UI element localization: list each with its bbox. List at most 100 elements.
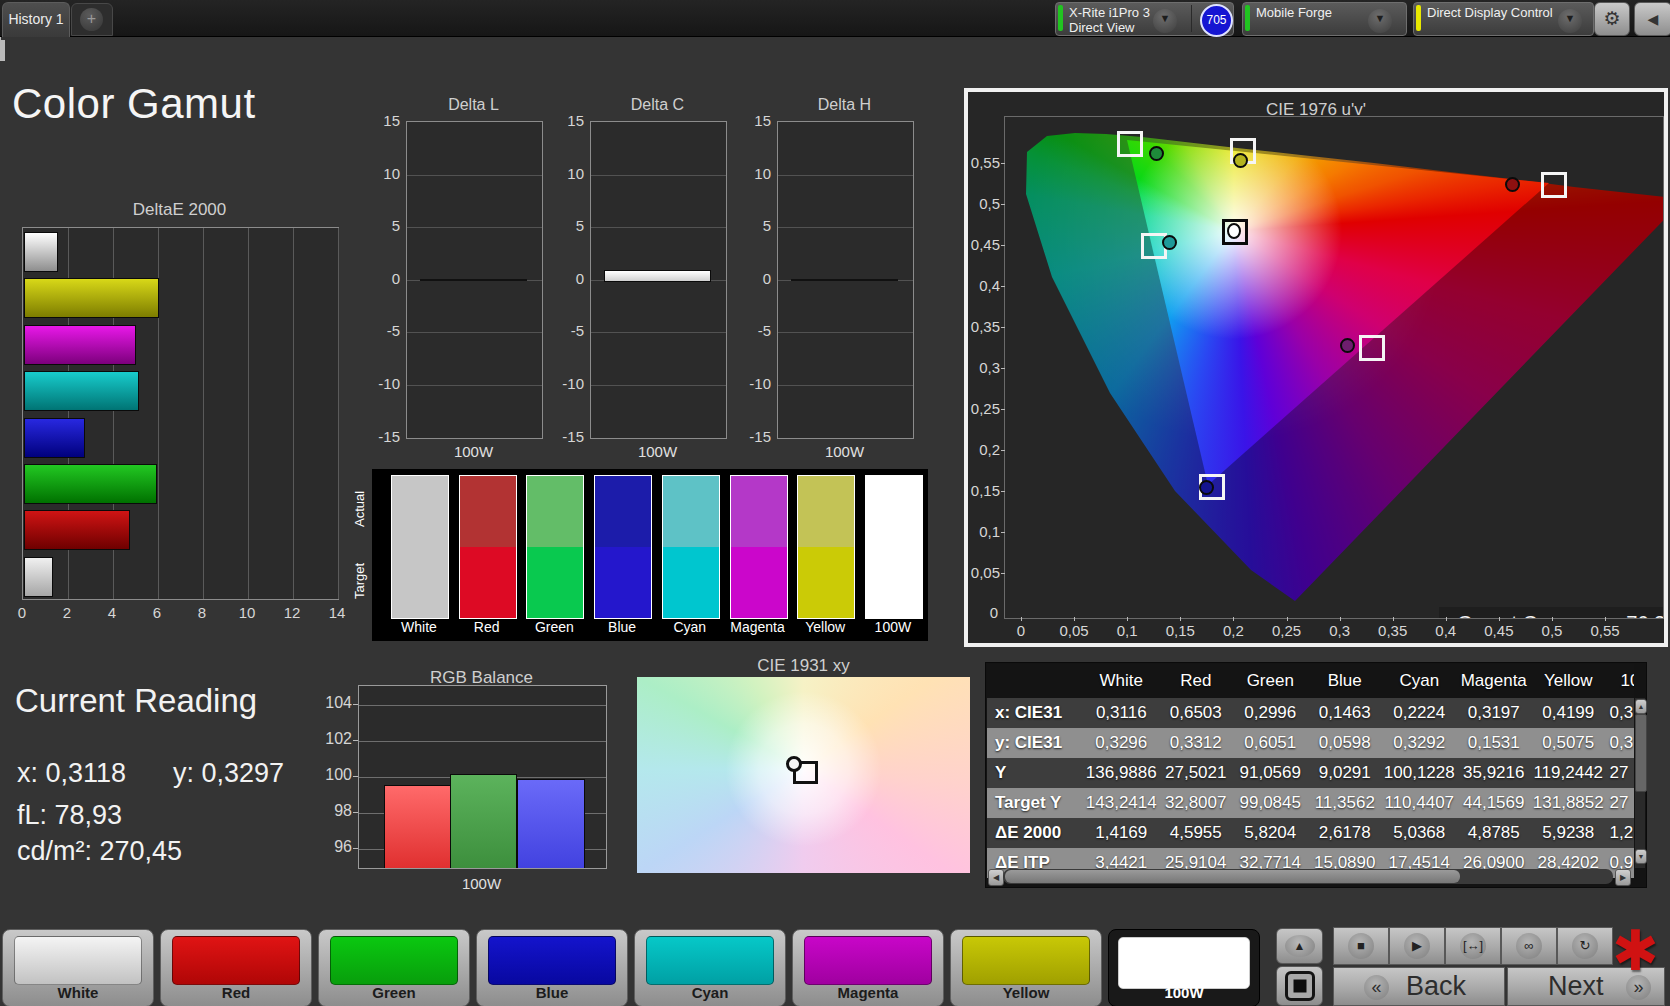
cell: 0,1531	[1457, 728, 1532, 758]
add-tab-button[interactable]: +	[71, 3, 113, 36]
reading-x: x: 0,3118	[17, 758, 126, 789]
actual-marker-magenta	[1340, 338, 1355, 353]
delta-tick-label: 0	[741, 270, 771, 287]
cell: 100,1228	[1382, 758, 1457, 788]
target-marker-green	[1117, 131, 1143, 157]
alert-asterisk-icon[interactable]: ✱	[1612, 918, 1659, 983]
target-marker-magenta	[1359, 335, 1385, 361]
cie1931-plot	[637, 677, 970, 873]
tick	[1074, 617, 1075, 621]
delta-tick-label: 5	[370, 217, 400, 234]
meter-dropdown[interactable]: X-Rite i1Pro 3 Direct View ▼ 705	[1055, 2, 1234, 36]
source-dropdown[interactable]: Mobile Forge ▼	[1242, 2, 1407, 36]
transport-stop-button[interactable]: ■	[1333, 927, 1389, 965]
rgb-tick-label: 104	[310, 694, 352, 712]
color-button-label: Cyan	[635, 984, 785, 1001]
divider	[1191, 5, 1192, 32]
de2000-bar-yellow	[24, 278, 159, 318]
up-icon: ▲	[1285, 935, 1315, 957]
transport-play-icon: ▶	[1404, 933, 1430, 959]
chevron-down-icon: ▼	[1153, 9, 1177, 33]
cell: 35,9216	[1457, 758, 1532, 788]
cie-x-label: 0,45	[1479, 622, 1519, 639]
transport-loop-button[interactable]: ∞	[1501, 927, 1557, 965]
back-button[interactable]: «Back	[1333, 967, 1505, 1006]
cie1931-actual-marker	[786, 756, 802, 772]
delta-tick-label: 15	[741, 112, 771, 129]
cie-x-label: 0	[1001, 622, 1041, 639]
tick	[1552, 617, 1553, 621]
cie-y-label: 0,55	[968, 154, 1000, 171]
de2000-chart	[22, 227, 339, 600]
cell: 4,8785	[1457, 818, 1532, 848]
h-scroll-left[interactable]: ◀	[988, 869, 1004, 886]
de2000-tick-label: 6	[142, 604, 172, 621]
cell: 0,3296	[1084, 728, 1159, 758]
delta-tick-label: -10	[741, 375, 771, 392]
swatch-white	[391, 475, 449, 619]
pattern-icon-inner	[1293, 980, 1306, 993]
cell: 0,2224	[1382, 698, 1457, 728]
gear-icon: ⚙	[1595, 3, 1629, 35]
color-button-blue[interactable]: Blue	[476, 929, 628, 1006]
v-scroll-up[interactable]: ▲	[1635, 699, 1647, 714]
tick	[1001, 204, 1005, 205]
cell: 0,2996	[1233, 698, 1308, 728]
de2000-bar-white	[24, 232, 58, 272]
gridline	[407, 332, 542, 333]
delta-tick-label: -10	[370, 375, 400, 392]
pattern-window-button[interactable]	[1276, 966, 1323, 1006]
source-status-bar	[1245, 5, 1250, 31]
de2000-tick-label: 2	[52, 604, 82, 621]
delta-x-label: 100W	[777, 443, 912, 460]
cell: 0,5075	[1531, 728, 1606, 758]
cell: 0,3116	[1084, 698, 1159, 728]
tab-history-1[interactable]: History 1	[2, 2, 70, 37]
swatch-actual	[595, 476, 651, 547]
display-control-dropdown[interactable]: Direct Display Control ▼	[1413, 2, 1594, 36]
color-swatch	[172, 936, 300, 985]
settings-button[interactable]: ⚙	[1594, 2, 1630, 36]
cie-x-label: 0,5	[1532, 622, 1572, 639]
delta-tick-label: 0	[554, 270, 584, 287]
cell: 1,2	[1606, 818, 1635, 848]
color-button-cyan[interactable]: Cyan	[634, 929, 786, 1006]
color-button-100w[interactable]: 100W	[1108, 929, 1260, 1006]
tick	[1180, 617, 1181, 621]
pattern-up-button[interactable]: ▲	[1276, 928, 1323, 964]
swatch-cyan	[662, 475, 720, 619]
tick	[0, 60, 5, 61]
transport-refresh-button[interactable]: ↻	[1557, 927, 1613, 965]
v-scroll-thumb[interactable]	[1635, 714, 1647, 792]
de2000-tick-label: 4	[97, 604, 127, 621]
color-swatch	[804, 936, 932, 985]
target-marker-red	[1541, 172, 1567, 198]
de2000-bar-blue	[24, 418, 85, 458]
h-scroll-thumb[interactable]	[1005, 870, 1460, 883]
transport-play-button[interactable]: ▶	[1389, 927, 1445, 965]
swatch-target	[392, 547, 448, 618]
h-scroll-right[interactable]: ▶	[1615, 869, 1631, 886]
reading-fl: fL: 78,93	[17, 800, 122, 831]
gridline	[359, 741, 606, 742]
cie-x-label: 0,55	[1585, 622, 1625, 639]
cell: 5,9238	[1531, 818, 1606, 848]
cie1976-panel: CIE 1976 u'v' Gamut Coverage: 76,2% 0,05…	[964, 88, 1668, 647]
color-button-green[interactable]: Green	[318, 929, 470, 1006]
v-scroll-down[interactable]: ▼	[1635, 849, 1647, 864]
gridline	[591, 332, 726, 333]
cell: 2,6178	[1308, 818, 1383, 848]
swatch-target	[527, 547, 583, 618]
reading-y: y: 0,3297	[173, 758, 284, 789]
back-label: Back	[1406, 968, 1466, 1005]
collapse-panel-button[interactable]: ◀	[1634, 2, 1670, 36]
tick	[353, 812, 358, 813]
color-button-white[interactable]: White	[2, 929, 154, 1006]
color-button-yellow[interactable]: Yellow	[950, 929, 1102, 1006]
color-button-magenta[interactable]: Magenta	[792, 929, 944, 1006]
color-button-red[interactable]: Red	[160, 929, 312, 1006]
transport-range-button[interactable]: [↔]	[1445, 927, 1501, 965]
swatch-target	[663, 547, 719, 618]
rgb-x-label: 100W	[358, 875, 605, 892]
cie-y-label: 0,1	[968, 523, 1000, 540]
